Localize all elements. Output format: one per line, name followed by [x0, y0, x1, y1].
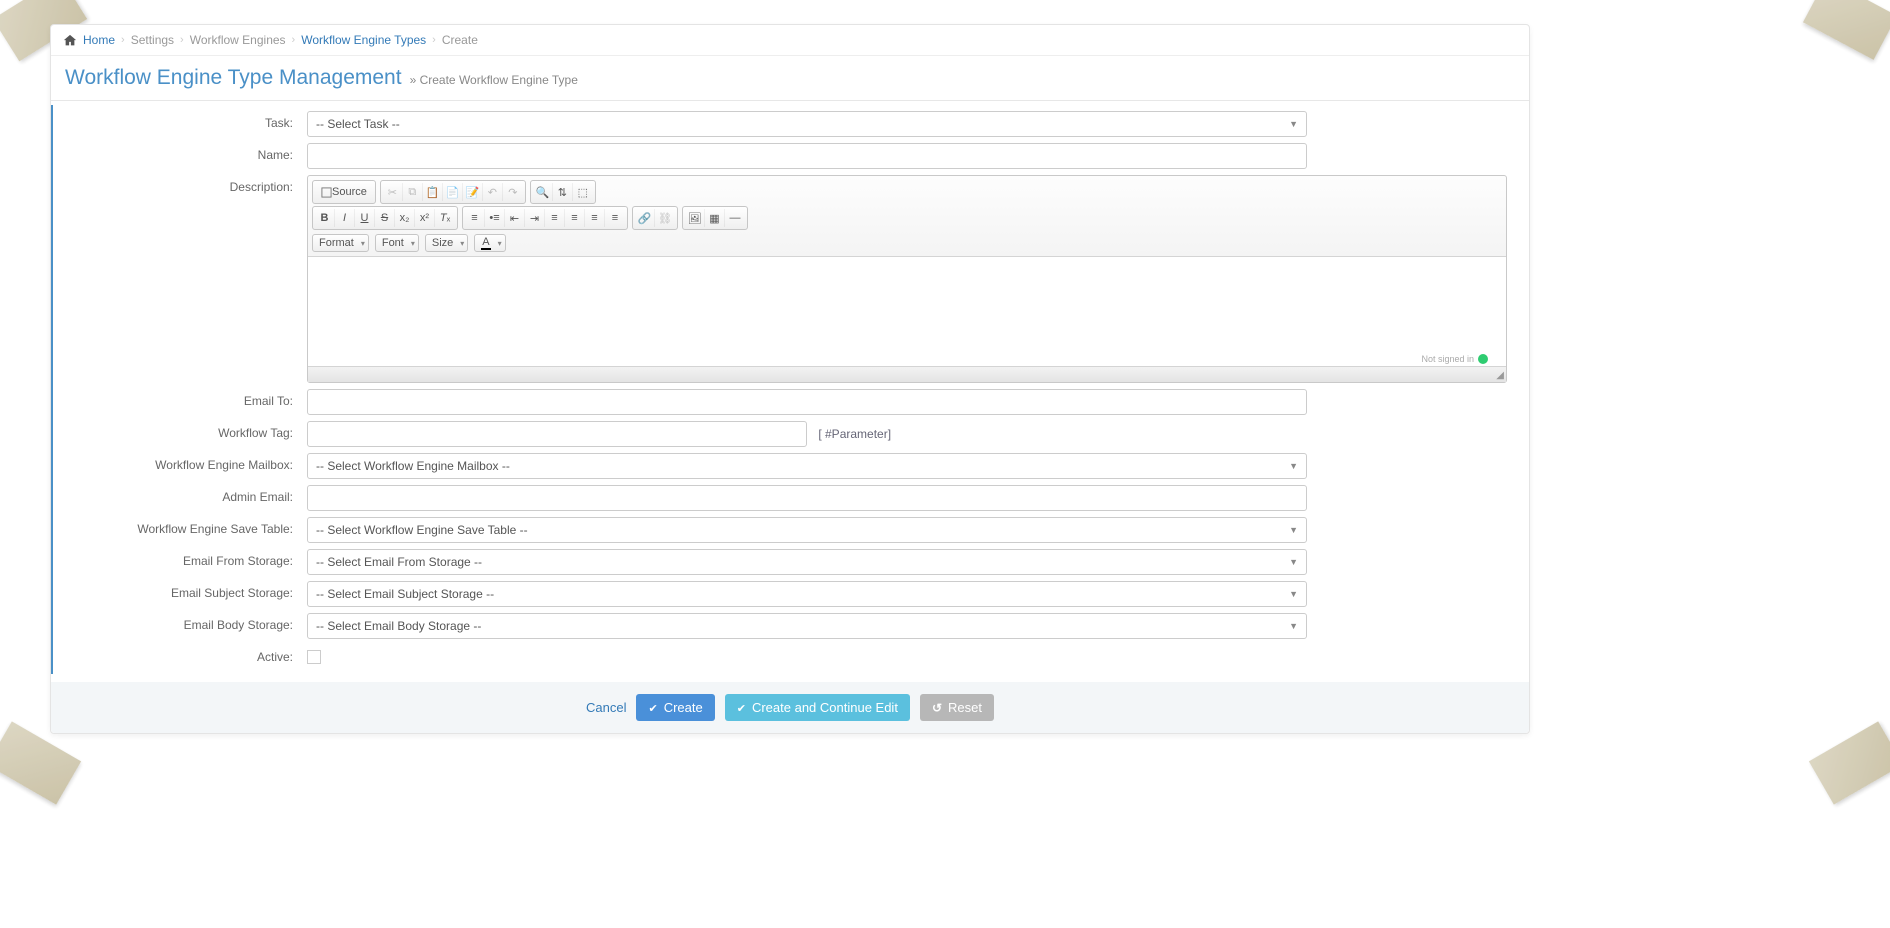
check-icon: [648, 700, 657, 715]
create-continue-button[interactable]: Create and Continue Edit: [725, 694, 910, 721]
chevron-right-icon: ›: [121, 34, 125, 46]
copy-icon[interactable]: ⧉: [403, 183, 423, 201]
link-icon[interactable]: 🔗: [635, 209, 655, 227]
subject-storage-select[interactable]: -- Select Email Subject Storage -- ▼: [307, 581, 1307, 607]
chevron-down-icon: ▼: [1289, 119, 1298, 129]
cancel-link[interactable]: Cancel: [586, 700, 626, 715]
tape-decoration: [1809, 721, 1890, 804]
size-select[interactable]: Size▾: [425, 234, 468, 252]
underline-icon[interactable]: U: [355, 209, 375, 227]
reset-icon: [932, 700, 942, 715]
breadcrumb-current: Create: [442, 33, 478, 47]
chevron-down-icon: ▼: [1289, 621, 1298, 631]
editor-source-label: Source: [332, 186, 367, 198]
active-label: Active:: [67, 645, 307, 664]
breadcrumb-home[interactable]: Home: [83, 33, 115, 47]
page-title: Workflow Engine Type Management: [65, 66, 402, 90]
superscript-icon[interactable]: x²: [415, 209, 435, 227]
page-header: Workflow Engine Type Management » Create…: [51, 56, 1529, 101]
editor-footer: ◢: [308, 366, 1506, 382]
form: Task: -- Select Task -- ▼ Name: Descript…: [51, 105, 1529, 674]
workflow-tag-input[interactable]: [307, 421, 807, 447]
bold-icon[interactable]: B: [315, 209, 335, 227]
paste-word-icon[interactable]: 📝: [463, 183, 483, 201]
from-storage-label: Email From Storage:: [67, 549, 307, 568]
active-checkbox[interactable]: [307, 650, 321, 664]
selectall-icon[interactable]: ⬚: [573, 183, 593, 201]
chevron-right-icon: ›: [432, 34, 436, 46]
chevron-right-icon: ›: [292, 34, 296, 46]
chevron-down-icon: ▼: [1289, 525, 1298, 535]
chevron-down-icon: ▼: [1289, 461, 1298, 471]
breadcrumb-settings: Settings: [131, 33, 174, 47]
align-center-icon[interactable]: ≡: [565, 209, 585, 227]
italic-icon[interactable]: I: [335, 209, 355, 227]
format-select[interactable]: Format▾: [312, 234, 369, 252]
chevron-down-icon: ▼: [1289, 557, 1298, 567]
admin-email-label: Admin Email:: [67, 485, 307, 504]
text-color-select[interactable]: A▾: [474, 234, 505, 252]
task-select-value: -- Select Task --: [316, 117, 400, 131]
workflow-tag-hint: [ #Parameter]: [818, 427, 891, 441]
remove-format-icon[interactable]: Tₓ: [435, 209, 455, 227]
align-right-icon[interactable]: ≡: [585, 209, 605, 227]
editor-status: Not signed in: [1421, 354, 1488, 364]
redo-icon[interactable]: ↷: [503, 183, 523, 201]
main-card: Home › Settings › Workflow Engines › Wor…: [50, 24, 1530, 734]
editor-body[interactable]: Not signed in: [308, 256, 1506, 366]
paste-text-icon[interactable]: 📄: [443, 183, 463, 201]
description-label: Description:: [67, 175, 307, 194]
subscript-icon[interactable]: x₂: [395, 209, 415, 227]
strike-icon[interactable]: S: [375, 209, 395, 227]
form-actions: Cancel Create Create and Continue Edit R…: [51, 682, 1529, 733]
mailbox-label: Workflow Engine Mailbox:: [67, 453, 307, 472]
chevron-right-icon: ›: [180, 34, 184, 46]
body-storage-label: Email Body Storage:: [67, 613, 307, 632]
admin-email-input[interactable]: [307, 485, 1307, 511]
workflow-tag-label: Workflow Tag:: [67, 421, 307, 440]
task-label: Task:: [67, 111, 307, 130]
tape-decoration: [1803, 0, 1890, 60]
editor-source-button[interactable]: Source: [315, 183, 373, 201]
body-storage-select[interactable]: -- Select Email Body Storage -- ▼: [307, 613, 1307, 639]
status-dot-icon: [1478, 354, 1488, 364]
breadcrumb: Home › Settings › Workflow Engines › Wor…: [51, 25, 1529, 56]
name-input[interactable]: [307, 143, 1307, 169]
outdent-icon[interactable]: ⇤: [505, 209, 525, 227]
save-table-label: Workflow Engine Save Table:: [67, 517, 307, 536]
mailbox-select[interactable]: -- Select Workflow Engine Mailbox -- ▼: [307, 453, 1307, 479]
name-label: Name:: [67, 143, 307, 162]
email-to-label: Email To:: [67, 389, 307, 408]
table-icon[interactable]: ▦: [705, 209, 725, 227]
rich-text-editor: Source ✂ ⧉ 📋 📄 📝 ↶ ↷: [307, 175, 1507, 383]
replace-icon[interactable]: ⇅: [553, 183, 573, 201]
image-icon[interactable]: 🖼: [685, 209, 705, 227]
bullet-list-icon[interactable]: •≡: [485, 209, 505, 227]
cut-icon[interactable]: ✂: [383, 183, 403, 201]
email-to-input[interactable]: [307, 389, 1307, 415]
check-icon: [737, 700, 746, 715]
find-icon[interactable]: 🔍: [533, 183, 553, 201]
save-table-select[interactable]: -- Select Workflow Engine Save Table -- …: [307, 517, 1307, 543]
unlink-icon[interactable]: ⛓: [655, 209, 675, 227]
breadcrumb-types[interactable]: Workflow Engine Types: [301, 33, 426, 47]
breadcrumb-engines: Workflow Engines: [190, 33, 286, 47]
resize-handle-icon[interactable]: ◢: [1496, 370, 1504, 381]
reset-button[interactable]: Reset: [920, 694, 994, 721]
page-subtitle: » Create Workflow Engine Type: [410, 73, 578, 87]
numbered-list-icon[interactable]: ≡: [465, 209, 485, 227]
task-select[interactable]: -- Select Task -- ▼: [307, 111, 1307, 137]
justify-icon[interactable]: ≡: [605, 209, 625, 227]
home-icon: [63, 34, 77, 46]
undo-icon[interactable]: ↶: [483, 183, 503, 201]
indent-icon[interactable]: ⇥: [525, 209, 545, 227]
font-select[interactable]: Font▾: [375, 234, 419, 252]
chevron-down-icon: ▼: [1289, 589, 1298, 599]
subject-storage-label: Email Subject Storage:: [67, 581, 307, 600]
hr-icon[interactable]: —: [725, 209, 745, 227]
create-button[interactable]: Create: [636, 694, 714, 721]
align-left-icon[interactable]: ≡: [545, 209, 565, 227]
from-storage-select[interactable]: -- Select Email From Storage -- ▼: [307, 549, 1307, 575]
paste-icon[interactable]: 📋: [423, 183, 443, 201]
